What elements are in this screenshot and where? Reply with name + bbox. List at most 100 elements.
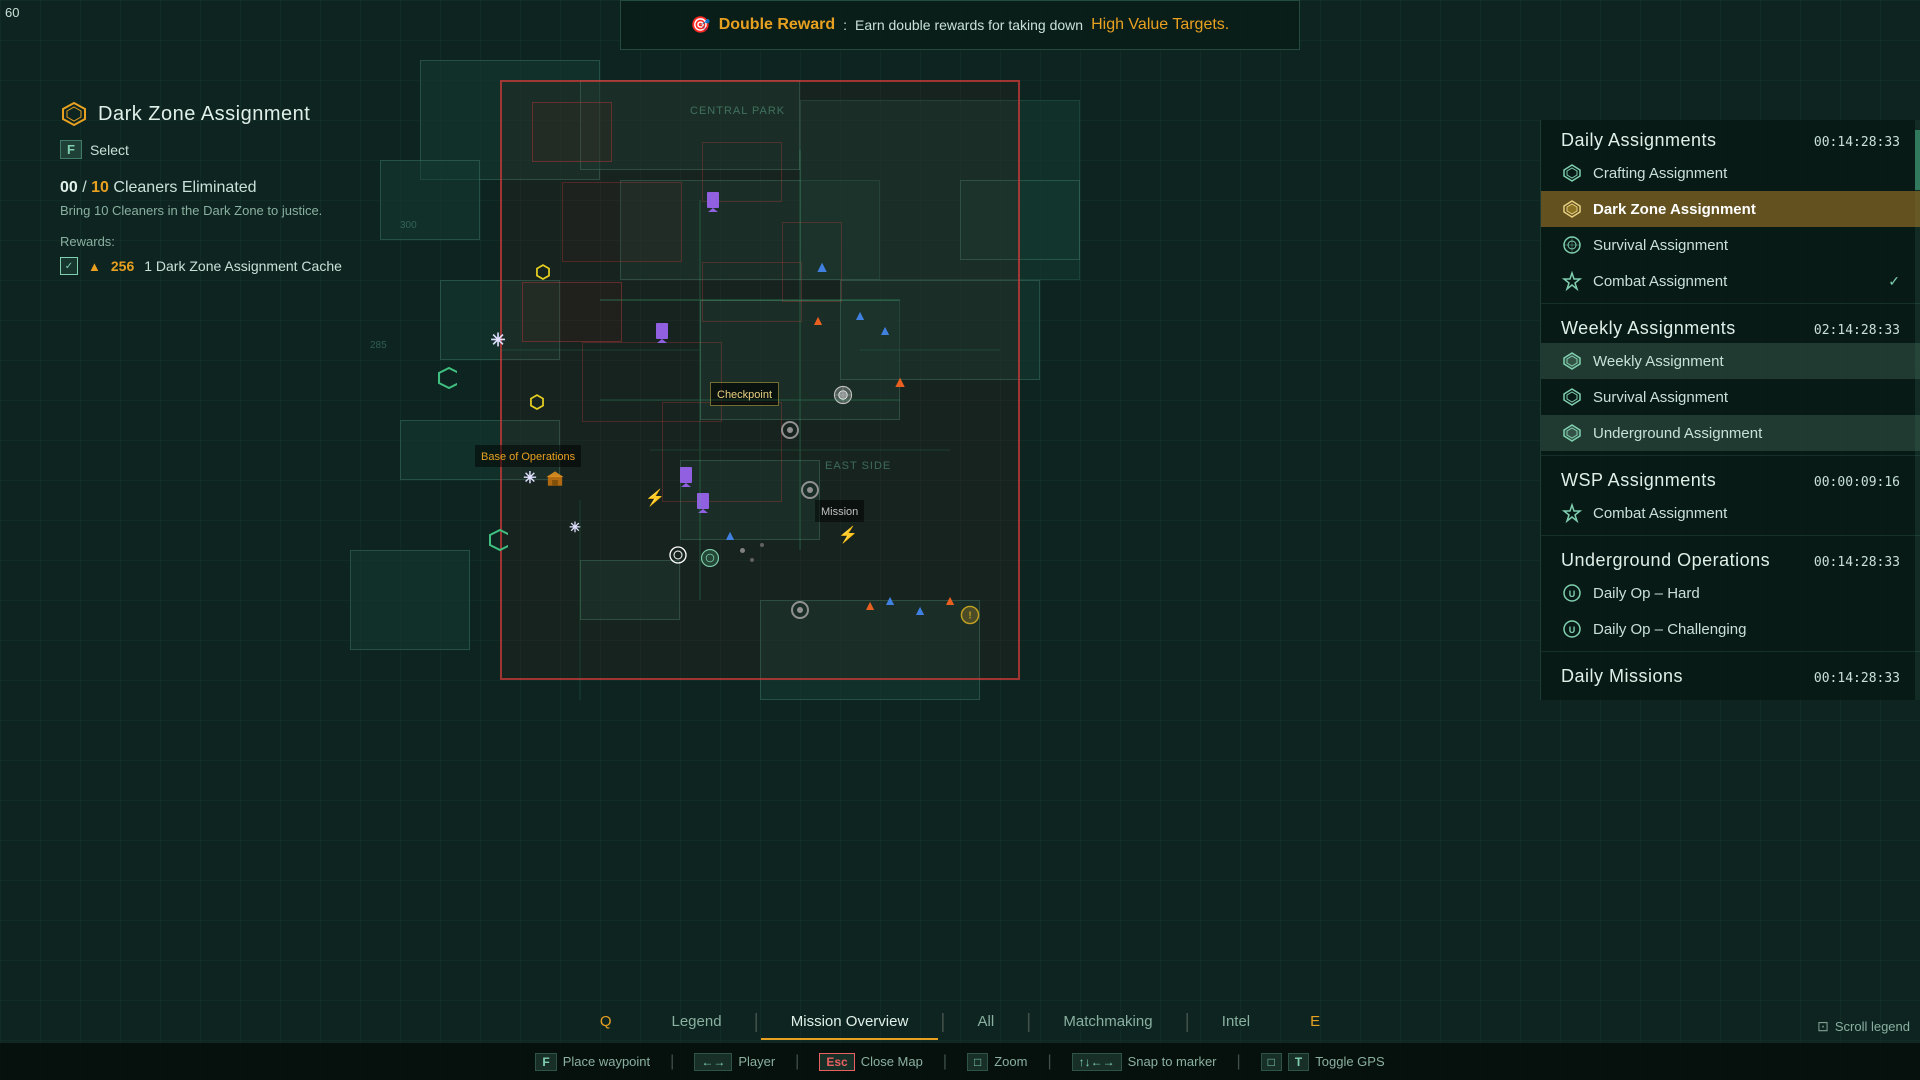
select-key: F [60, 140, 82, 159]
daily-op-challenging-label: Daily Op – Challenging [1593, 621, 1900, 638]
label-gps: Toggle GPS [1315, 1054, 1384, 1069]
combat-daily-label: Combat Assignment [1593, 273, 1878, 290]
scroll-icon: ⊡ [1817, 1018, 1829, 1035]
select-hint: F Select [60, 140, 480, 159]
select-label: Select [90, 142, 129, 158]
assignment-title: Dark Zone Assignment [98, 103, 310, 126]
weekly-label: Weekly Assignment [1593, 353, 1900, 370]
underground-ops-title: Underground Operations [1561, 550, 1770, 571]
crafting-icon [1561, 162, 1583, 184]
reward-prefix: Double Reward [719, 16, 835, 34]
key-f: F [535, 1053, 556, 1071]
survival-weekly-icon [1561, 386, 1583, 408]
survival-daily-item[interactable]: Survival Assignment [1541, 227, 1920, 263]
weekly-timer: 02:14:28:33 [1814, 323, 1900, 338]
tab-intel[interactable]: Intel [1192, 1005, 1280, 1040]
key-arrow: ←→ [694, 1053, 732, 1071]
reward-icon: 🎯 [691, 15, 711, 35]
svg-text:U: U [1569, 589, 1576, 599]
combat-wsp-icon [1561, 502, 1583, 524]
daily-missions-header: Daily Missions 00:14:28:33 [1541, 656, 1920, 691]
wsp-title: WSP Assignments [1561, 470, 1716, 491]
tab-matchmaking[interactable]: Matchmaking [1033, 1005, 1182, 1040]
combat-wsp-item[interactable]: Combat Assignment [1541, 495, 1920, 531]
label-close: Close Map [861, 1054, 923, 1069]
reward-separator: : [843, 17, 847, 33]
crafting-label: Crafting Assignment [1593, 165, 1900, 182]
tab-legend[interactable]: Legend [642, 1005, 752, 1040]
reward-count: 256 [111, 258, 134, 274]
tab-mission-overview[interactable]: Mission Overview [761, 1005, 939, 1040]
progress-line: 00 / 10 Cleaners Eliminated [60, 179, 480, 197]
key-esc: Esc [819, 1053, 854, 1071]
wsp-timer: 00:00:09:16 [1814, 475, 1900, 490]
key-gps-t: T [1288, 1053, 1309, 1071]
divider-3 [1541, 535, 1920, 536]
assignment-header: Dark Zone Assignment [60, 100, 480, 128]
underground-label: Underground Assignment [1593, 425, 1900, 442]
daily-assignments-header: Daily Assignments 00:14:28:33 [1541, 120, 1920, 155]
hotkeys-bar: F Place waypoint | ←→ Player | Esc Close… [0, 1042, 1920, 1080]
hk-div-3: | [943, 1053, 947, 1071]
warrengate-icon [1561, 698, 1583, 700]
underground-ops-header: Underground Operations 00:14:28:33 [1541, 540, 1920, 575]
daily-op-hard-item[interactable]: U Daily Op – Hard [1541, 575, 1920, 611]
reward-text: Earn double rewards for taking down [855, 17, 1083, 33]
reward-checkbox: ✓ [60, 257, 78, 275]
tab-all[interactable]: All [948, 1005, 1025, 1040]
survival-daily-label: Survival Assignment [1593, 237, 1900, 254]
divider-4 [1541, 651, 1920, 652]
hk-div-5: | [1237, 1053, 1241, 1071]
label-player: Player [738, 1054, 775, 1069]
darkzone-icon [1561, 198, 1583, 220]
tab-intel-key: E [1280, 1005, 1350, 1040]
tab-legend-key: Q [570, 1005, 642, 1040]
wsp-assignments-header: WSP Assignments 00:00:09:16 [1541, 460, 1920, 495]
reward-item: ✓ ▲ 256 1 Dark Zone Assignment Cache [60, 257, 480, 275]
darkzone-label: Dark Zone Assignment [1593, 201, 1900, 218]
reward-icon-arrow: ▲ [88, 259, 101, 274]
svg-text:U: U [1569, 625, 1576, 635]
underground-icon [1561, 422, 1583, 444]
label-snap: Snap to marker [1128, 1054, 1217, 1069]
notification-bar: 🎯 Double Reward : Earn double rewards fo… [620, 0, 1300, 50]
underground-item[interactable]: Underground Assignment [1541, 415, 1920, 451]
nav-sep-1: | [752, 1011, 761, 1034]
weekly-title: Weekly Assignments [1561, 318, 1736, 339]
key-snap: ↑↓←→ [1072, 1053, 1122, 1071]
divider-1 [1541, 303, 1920, 304]
progress-unit: Cleaners Eliminated [113, 179, 256, 196]
scroll-legend-text: Scroll legend [1835, 1019, 1910, 1034]
daily-op-challenging-item[interactable]: U Daily Op – Challenging [1541, 611, 1920, 647]
scroll-legend: ⊡ Scroll legend [1817, 1018, 1910, 1035]
darkzone-assignment-item[interactable]: Dark Zone Assignment [1541, 191, 1920, 227]
left-panel: Dark Zone Assignment F Select 00 / 10 Cl… [60, 100, 480, 275]
weekly-assignment-item[interactable]: Weekly Assignment [1541, 343, 1920, 379]
rewards-section: Rewards: ✓ ▲ 256 1 Dark Zone Assignment … [60, 234, 480, 275]
progress-total: 10 [91, 179, 109, 196]
key-gps-sq: □ [1261, 1053, 1282, 1071]
hk-div-2: | [795, 1053, 799, 1071]
bottom-nav: Q Legend | Mission Overview | All | Matc… [0, 1005, 1920, 1040]
warrengate-item[interactable]: WarrenGate Power Plant [1541, 691, 1920, 700]
survival-weekly-label: Survival Assignment [1593, 389, 1900, 406]
daily-timer: 00:14:28:33 [1814, 135, 1900, 150]
survival-weekly-item[interactable]: Survival Assignment [1541, 379, 1920, 415]
hotkey-gps: □ T Toggle GPS [1261, 1053, 1385, 1071]
combat-daily-item[interactable]: Combat Assignment ✓ [1541, 263, 1920, 299]
hk-div-1: | [670, 1053, 674, 1071]
hotkey-player: ←→ Player [694, 1053, 775, 1071]
progress-desc: Bring 10 Cleaners in the Dark Zone to ju… [60, 203, 480, 218]
hotkey-close: Esc Close Map [819, 1053, 923, 1071]
daily-op-hard-label: Daily Op – Hard [1593, 585, 1900, 602]
label-zoom: Zoom [994, 1054, 1027, 1069]
key-zoom: □ [967, 1053, 988, 1071]
combat-daily-check: ✓ [1888, 273, 1900, 290]
label-waypoint: Place waypoint [563, 1054, 650, 1069]
daily-missions-timer: 00:14:28:33 [1814, 671, 1900, 686]
nav-sep-4: | [1183, 1011, 1192, 1034]
crafting-assignment-item[interactable]: Crafting Assignment [1541, 155, 1920, 191]
reward-target: High Value Targets. [1091, 16, 1229, 34]
weekly-assignments-header: Weekly Assignments 02:14:28:33 [1541, 308, 1920, 343]
underground-ops-timer: 00:14:28:33 [1814, 555, 1900, 570]
